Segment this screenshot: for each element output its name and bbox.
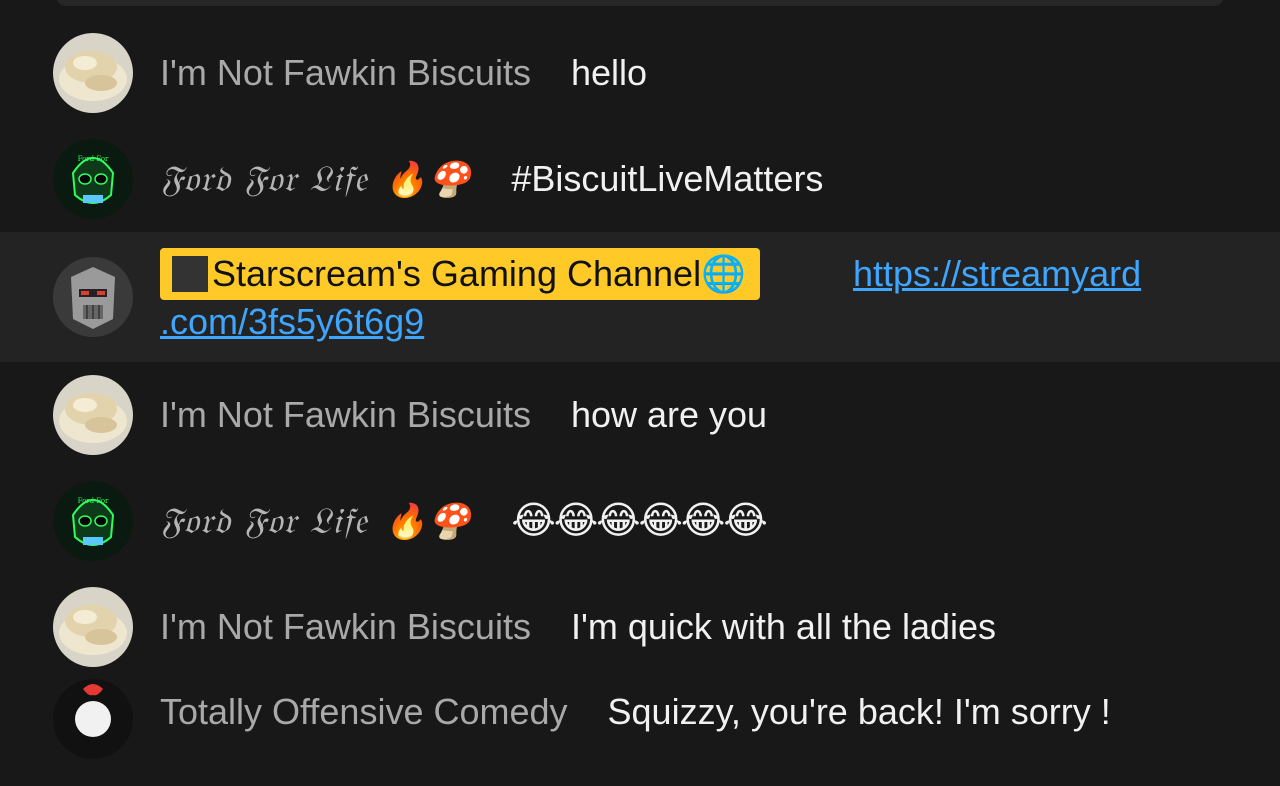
message-text: Squizzy, you're back! I'm sorry ! bbox=[607, 691, 1111, 732]
message-text: #BiscuitLiveMatters bbox=[511, 158, 824, 199]
message-text: hello bbox=[570, 52, 648, 93]
chat-input-bar[interactable] bbox=[56, 0, 1224, 6]
highlighted-chat-message: Starscream's Gaming Channel🌐 https://str… bbox=[0, 232, 1280, 362]
author-name: Starscream's Gaming Channel bbox=[212, 253, 702, 294]
svg-text:Ford For: Ford For bbox=[78, 497, 109, 505]
robot-avatar[interactable] bbox=[53, 257, 133, 337]
chat-message: Ford For 𝔉𝔬𝔯𝔡 𝔉𝔬𝔯 𝔏𝔦𝔣𝔢 🔥🍄 #BiscuitLiveMat… bbox=[0, 126, 1280, 232]
globe-icon: 🌐 bbox=[701, 253, 746, 294]
biscuit-avatar[interactable] bbox=[53, 375, 133, 455]
message-text: how are you bbox=[570, 394, 768, 435]
chat-message: I'm Not Fawkin Biscuits how are you bbox=[0, 362, 1280, 468]
author-name[interactable]: I'm Not Fawkin Biscuits bbox=[160, 394, 531, 435]
chat-message: I'm Not Fawkin Biscuits hello bbox=[0, 20, 1280, 126]
author-name[interactable]: 𝔉𝔬𝔯𝔡 𝔉𝔬𝔯 𝔏𝔦𝔣𝔢 🔥🍄 bbox=[160, 159, 471, 200]
biscuit-avatar[interactable] bbox=[53, 33, 133, 113]
skull-avatar[interactable]: Ford For bbox=[53, 139, 133, 219]
svg-text:Ford For: Ford For bbox=[78, 155, 109, 163]
skull-avatar[interactable]: Ford For bbox=[53, 481, 133, 561]
message-line: Totally Offensive Comedy Squizzy, you're … bbox=[160, 690, 1111, 734]
message-line: 𝔉𝔬𝔯𝔡 𝔉𝔬𝔯 𝔏𝔦𝔣𝔢 🔥🍄 #BiscuitLiveMatters bbox=[160, 157, 823, 202]
live-chat-list: I'm Not Fawkin Biscuits hello Ford For 𝔉𝔬… bbox=[0, 20, 1280, 786]
author-name[interactable]: I'm Not Fawkin Biscuits bbox=[160, 52, 531, 93]
chat-message: Totally Offensive Comedy Squizzy, you're … bbox=[0, 679, 1280, 786]
laughing-emoji-text: 😂😂😂😂😂😂 bbox=[511, 500, 767, 542]
message-line: 𝔉𝔬𝔯𝔡 𝔉𝔬𝔯 𝔏𝔦𝔣𝔢 🔥🍄 😂😂😂😂😂😂 bbox=[160, 499, 768, 544]
message-line: I'm Not Fawkin Biscuits hello bbox=[160, 51, 647, 95]
message-line: I'm Not Fawkin Biscuits how are you bbox=[160, 393, 767, 437]
fire-mushroom-emoji: 🔥🍄 bbox=[384, 502, 472, 542]
chat-message: I'm Not Fawkin Biscuits I'm quick with al… bbox=[0, 574, 1280, 680]
chat-message: Ford For 𝔉𝔬𝔯𝔡 𝔉𝔬𝔯 𝔏𝔦𝔣𝔢 🔥🍄 😂😂😂😂😂😂 bbox=[0, 468, 1280, 574]
author-name[interactable]: Totally Offensive Comedy bbox=[160, 691, 568, 732]
comedy-avatar[interactable] bbox=[53, 679, 133, 759]
message-text: I'm quick with all the ladies bbox=[570, 606, 997, 647]
fire-mushroom-emoji: 🔥🍄 bbox=[384, 160, 472, 200]
message-line: I'm Not Fawkin Biscuits I'm quick with al… bbox=[160, 605, 996, 649]
author-name[interactable]: I'm Not Fawkin Biscuits bbox=[160, 606, 531, 647]
author-name[interactable]: 𝔉𝔬𝔯𝔡 𝔉𝔬𝔯 𝔏𝔦𝔣𝔢 🔥🍄 bbox=[160, 501, 471, 542]
square-icon bbox=[172, 256, 208, 292]
biscuit-avatar[interactable] bbox=[53, 587, 133, 667]
member-author-badge[interactable]: Starscream's Gaming Channel🌐 bbox=[160, 248, 760, 300]
message-link-continued[interactable]: .com/3fs5y6t6g9 bbox=[160, 300, 424, 344]
message-link[interactable]: https://streamyard bbox=[853, 252, 1141, 296]
